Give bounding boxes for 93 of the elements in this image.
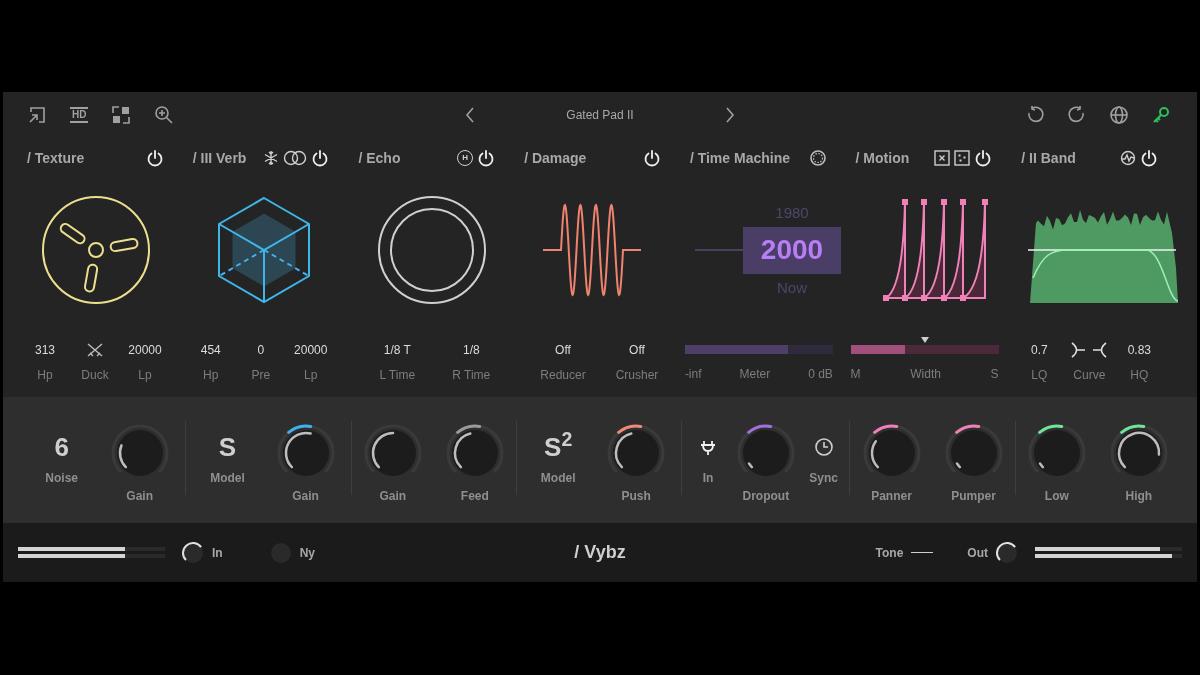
- power-icon[interactable]: [477, 149, 496, 167]
- module-title: / Motion: [855, 148, 910, 168]
- undo-icon[interactable]: [1025, 105, 1045, 125]
- scale-label: M: [850, 366, 861, 383]
- param-value[interactable]: 454: [200, 341, 221, 359]
- boxed-x-icon[interactable]: [934, 150, 951, 166]
- knob[interactable]: [994, 539, 1020, 566]
- param-label: Lp: [304, 367, 318, 384]
- crossed-swords-icon[interactable]: [86, 342, 104, 358]
- control-label: Sync: [809, 470, 838, 487]
- control-label: Panner: [871, 488, 912, 505]
- knob-label: Out: [967, 544, 988, 562]
- control-label: Dropout: [742, 488, 790, 505]
- next-preset-icon[interactable]: [723, 106, 736, 124]
- param-label: LQ: [1031, 367, 1048, 384]
- control-label: Model: [210, 470, 245, 487]
- knob-label: In: [212, 544, 223, 562]
- plugin-title: / Vybz: [574, 541, 626, 564]
- control-label: Gain: [292, 488, 319, 505]
- param-value[interactable]: Off: [555, 341, 571, 359]
- overlapping-rings-icon[interactable]: [283, 150, 308, 166]
- control-label: Gain: [379, 488, 407, 505]
- zoom-in-icon[interactable]: [154, 105, 175, 125]
- tone-line: [911, 552, 934, 553]
- power-icon[interactable]: [1140, 149, 1159, 167]
- model-value[interactable]: 6: [54, 431, 69, 463]
- tone-label: Tone: [875, 544, 904, 562]
- control-label: Low: [1044, 488, 1069, 505]
- scale-label: 0 dB: [808, 366, 833, 383]
- param-label: Hp: [37, 367, 53, 384]
- module-title: / Texture: [27, 148, 85, 168]
- width-marker-icon: [920, 337, 929, 343]
- param-value[interactable]: 0.7: [1030, 341, 1048, 359]
- param-label: Crusher: [615, 367, 659, 384]
- knob-label: Ny: [299, 544, 315, 562]
- power-icon[interactable]: [145, 149, 164, 167]
- scale-label: Width: [910, 366, 941, 383]
- snowflake-icon[interactable]: [263, 150, 280, 166]
- knob[interactable]: [180, 539, 206, 566]
- param-value[interactable]: 1/8 T: [383, 341, 411, 359]
- param-value[interactable]: 1/8: [462, 341, 480, 359]
- control-label: Noise: [45, 470, 78, 487]
- control-label: Gain: [126, 488, 153, 505]
- year-label: 1980: [775, 202, 809, 223]
- scale-label: Meter: [739, 366, 771, 383]
- module-title: / III Verb: [192, 148, 247, 168]
- param-label: Reducer: [540, 367, 586, 384]
- param-value[interactable]: 313: [35, 341, 55, 359]
- model-value[interactable]: S: [218, 431, 237, 463]
- scale-label: S: [990, 366, 999, 383]
- param-label: HQ: [1130, 367, 1149, 384]
- previous-preset-icon[interactable]: [464, 106, 477, 124]
- year-label: Now: [777, 277, 807, 298]
- module-title: / Echo: [358, 148, 401, 168]
- power-icon[interactable]: [311, 149, 330, 167]
- control-label: Pumper: [951, 488, 996, 505]
- control-label: Push: [621, 488, 651, 505]
- module-title: / II Band: [1021, 148, 1076, 168]
- dial-icon[interactable]: [808, 149, 827, 167]
- param-label: R Time: [452, 367, 491, 384]
- globe-icon[interactable]: [1109, 105, 1129, 125]
- param-label: Pre: [251, 367, 271, 384]
- boxed-dots-icon[interactable]: [954, 150, 971, 166]
- param-label: Hp: [203, 367, 219, 384]
- param-label: Lp: [138, 367, 152, 384]
- hd-button[interactable]: HD: [70, 107, 89, 123]
- power-icon[interactable]: [974, 149, 993, 167]
- param-value[interactable]: 0: [257, 341, 265, 359]
- control-label: In: [702, 470, 714, 487]
- redo-icon[interactable]: [1067, 105, 1087, 125]
- clock-icon[interactable]: [813, 437, 834, 457]
- param-value[interactable]: 20000: [294, 341, 328, 359]
- model-value[interactable]: S$^{2}$: [544, 431, 573, 463]
- control-label: Feed: [460, 488, 489, 505]
- key-icon[interactable]: [1151, 105, 1171, 125]
- swap-squares-icon[interactable]: [111, 105, 132, 125]
- circled-wave-icon[interactable]: [1120, 150, 1137, 166]
- control-label: Model: [540, 470, 576, 487]
- param-value[interactable]: 20000: [128, 341, 162, 359]
- cast-icon[interactable]: [27, 105, 47, 125]
- timeline-line: [695, 249, 743, 251]
- param-label: L Time: [379, 367, 416, 384]
- param-value[interactable]: 0.83: [1127, 341, 1151, 359]
- preset-name: Gated Pad II: [566, 107, 634, 124]
- width-slider[interactable]: [850, 345, 999, 354]
- scale-label: -inf: [684, 366, 702, 383]
- param-value[interactable]: Off: [629, 341, 645, 359]
- param-label: Curve: [1073, 367, 1106, 384]
- module-title: / Time Machine: [689, 148, 790, 168]
- control-label: High: [1125, 488, 1153, 505]
- param-label: Duck: [81, 367, 109, 384]
- power-icon[interactable]: [642, 149, 661, 167]
- module-title: / Damage: [524, 148, 587, 168]
